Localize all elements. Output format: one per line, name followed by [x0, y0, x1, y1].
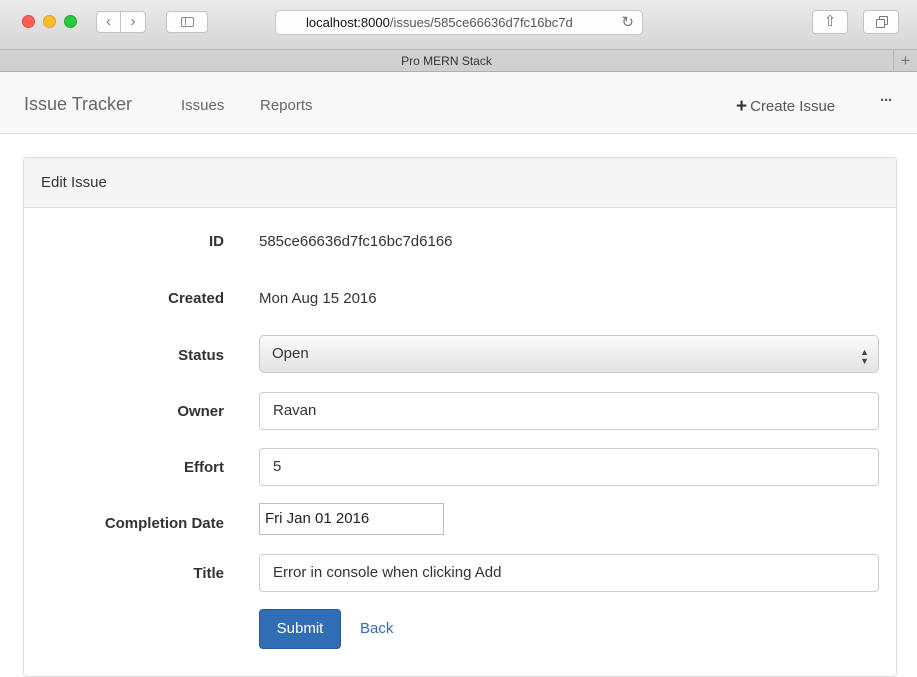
address-bar[interactable]: localhost:8000/issues/585ce66636d7fc16bc… [275, 10, 643, 35]
title-input[interactable]: Error in console when clicking Add [259, 554, 879, 592]
reload-icon[interactable]: ↻ [621, 11, 634, 34]
status-select[interactable]: Open ▲ ▼ [259, 335, 879, 373]
show-tabs-button[interactable] [863, 10, 899, 34]
chevron-right-icon: › [130, 13, 136, 30]
zoom-window-button[interactable] [64, 15, 77, 28]
create-issue-link[interactable]: + Create Issue [736, 96, 835, 118]
created-value: Mon Aug 15 2016 [259, 290, 377, 307]
select-arrows-icon: ▲ ▼ [860, 347, 869, 366]
back-button[interactable]: ‹ [96, 11, 121, 33]
plus-icon: + [736, 96, 748, 117]
share-icon: ⇧ [823, 13, 837, 30]
status-selected-value: Open [272, 345, 309, 362]
close-window-button[interactable] [22, 15, 35, 28]
completion-date-input[interactable]: Fri Jan 01 2016 [259, 503, 444, 535]
title-label: Title [193, 565, 224, 582]
new-tab-button[interactable]: + [893, 50, 917, 72]
sidebar-icon [181, 17, 194, 27]
owner-label: Owner [177, 403, 224, 420]
share-button[interactable]: ⇧ [812, 10, 848, 34]
url-host: localhost:8000 [306, 15, 390, 30]
effort-input[interactable]: 5 [259, 448, 879, 486]
more-menu-icon[interactable]: ··· [880, 92, 893, 109]
id-value: 585ce66636d7fc16bc7d6166 [259, 233, 453, 250]
brand-link[interactable]: Issue Tracker [24, 94, 132, 115]
status-label: Status [178, 347, 224, 364]
minimize-window-button[interactable] [43, 15, 56, 28]
browser-titlebar: ‹ › localhost:8000/issues/585ce66636d7fc… [0, 0, 917, 50]
created-label: Created [168, 290, 224, 307]
owner-input[interactable]: Ravan [259, 392, 879, 430]
forward-button[interactable]: › [121, 11, 146, 33]
completion-date-label: Completion Date [104, 515, 224, 532]
nav-link-issues[interactable]: Issues [181, 97, 224, 114]
tab-title[interactable]: Pro MERN Stack [0, 50, 893, 72]
submit-button[interactable]: Submit [259, 609, 341, 649]
sidebar-toggle-button[interactable] [166, 11, 208, 33]
create-issue-label: Create Issue [750, 98, 836, 115]
panel-heading: Edit Issue [24, 158, 896, 208]
effort-label: Effort [184, 459, 224, 476]
url-path: /issues/585ce66636d7fc16bc7d [389, 15, 573, 30]
back-link[interactable]: Back [360, 620, 393, 637]
id-label: ID [209, 233, 224, 250]
tab-strip: Pro MERN Stack + [0, 50, 917, 72]
chevron-left-icon: ‹ [106, 13, 111, 30]
app-navbar: Issue Tracker Issues Reports + Create Iss… [0, 72, 917, 134]
nav-link-reports[interactable]: Reports [260, 97, 313, 114]
